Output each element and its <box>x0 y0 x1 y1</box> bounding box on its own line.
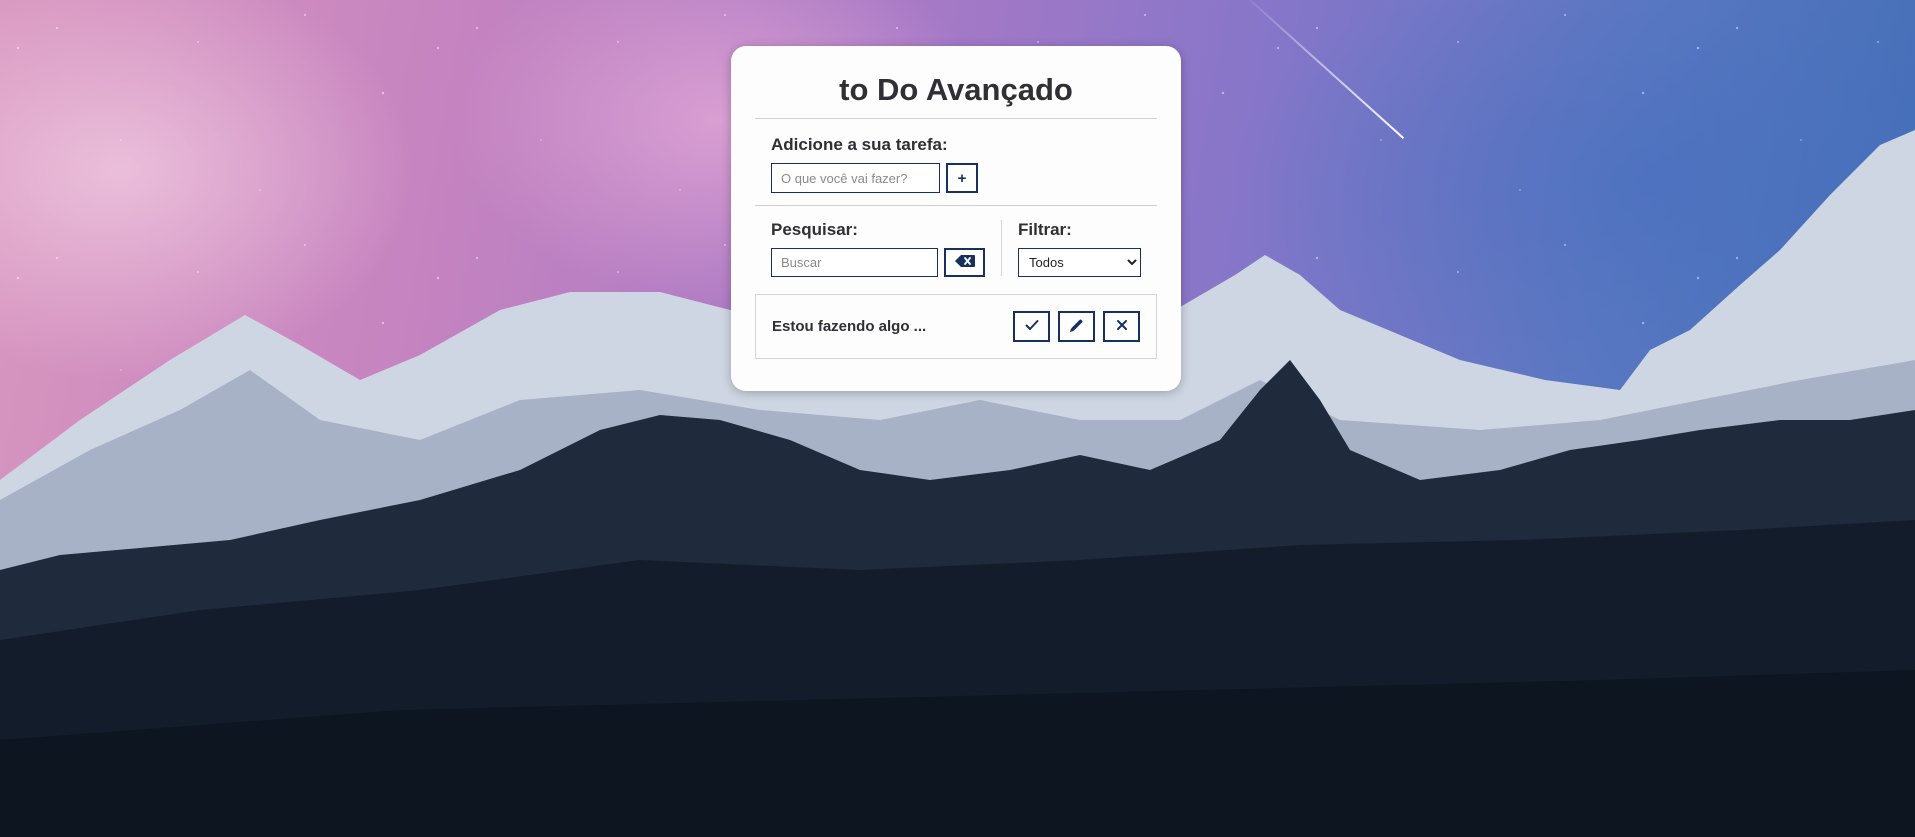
search-filter-bar: Pesquisar: Filtrar: Todos <box>755 206 1157 294</box>
check-icon <box>1025 319 1039 334</box>
search-block: Pesquisar: <box>771 220 1002 277</box>
add-task-label: Adicione a sua tarefa: <box>771 135 948 154</box>
clear-search-button[interactable] <box>944 248 985 277</box>
add-task-form: Adicione a sua tarefa: + <box>755 119 1157 205</box>
add-task-input[interactable] <box>771 163 940 193</box>
todo-list: Estou fazendo algo ... <box>755 294 1157 359</box>
app-title: to Do Avançado <box>839 72 1073 107</box>
pencil-icon <box>1069 318 1084 336</box>
todo-item: Estou fazendo algo ... <box>756 295 1156 358</box>
search-label: Pesquisar: <box>771 220 858 239</box>
edit-todo-button[interactable] <box>1058 311 1095 342</box>
search-input[interactable] <box>771 248 938 277</box>
filter-block: Filtrar: Todos <box>1002 220 1141 294</box>
filter-select[interactable]: Todos <box>1018 248 1141 277</box>
todo-actions <box>1005 311 1140 342</box>
todo-text: Estou fazendo algo ... <box>772 318 927 335</box>
add-task-button[interactable]: + <box>946 163 978 193</box>
backspace-icon <box>954 255 975 270</box>
todo-card: to Do Avançado Adicione a sua tarefa: + … <box>731 46 1181 391</box>
close-icon <box>1116 319 1128 334</box>
remove-todo-button[interactable] <box>1103 311 1140 342</box>
filter-label: Filtrar: <box>1018 220 1072 239</box>
finish-todo-button[interactable] <box>1013 311 1050 342</box>
